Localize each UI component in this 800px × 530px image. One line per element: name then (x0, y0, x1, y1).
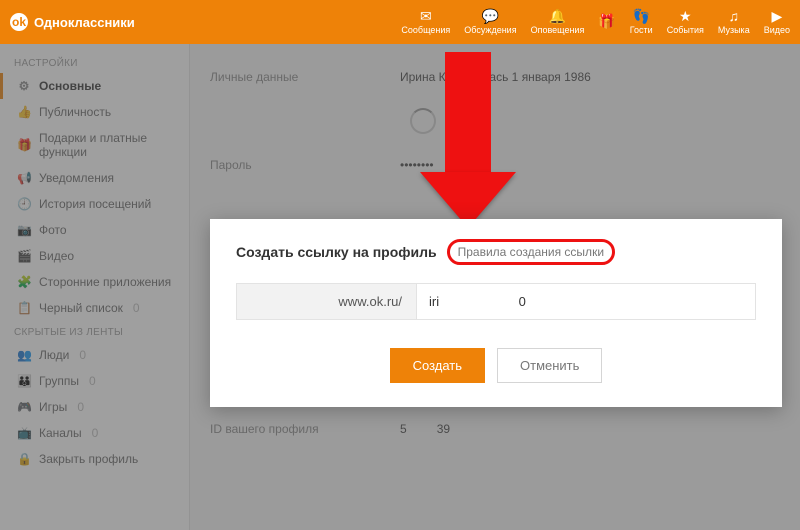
brand-text: Одноклассники (34, 15, 135, 30)
modal-title: Создать ссылку на профиль (236, 244, 437, 260)
nav-notifications[interactable]: 🔔Оповещения (531, 9, 585, 35)
modal-title-row: Создать ссылку на профиль Правила создан… (236, 239, 756, 265)
rules-link[interactable]: Правила создания ссылки (447, 239, 615, 265)
url-prefix: www.ok.ru/ (236, 283, 416, 320)
nav-guests[interactable]: 👣Гости (630, 9, 653, 35)
nav-video[interactable]: ▶Видео (764, 9, 790, 35)
nav-gifts[interactable]: 🎁 (598, 14, 615, 30)
video-icon: ▶ (771, 9, 782, 23)
create-link-modal: Создать ссылку на профиль Правила создан… (210, 219, 782, 407)
page-body: НАСТРОЙКИ ⚙Основные 👍Публичность 🎁Подарк… (0, 44, 800, 530)
footsteps-icon: 👣 (633, 9, 650, 23)
envelope-icon: ✉ (420, 9, 432, 23)
nav-music[interactable]: ♫Музыка (718, 9, 750, 35)
modal-buttons: Создать Отменить (236, 348, 756, 383)
url-row: www.ok.ru/ (236, 283, 756, 320)
star-icon: ★ (679, 9, 692, 23)
brand[interactable]: ok Одноклассники (10, 13, 135, 31)
top-header: ok Одноклассники ✉Сообщения 💬Обсуждения … (0, 0, 800, 44)
speech-icon: 💬 (482, 9, 499, 23)
nav-messages[interactable]: ✉Сообщения (401, 9, 450, 35)
nav-discussions[interactable]: 💬Обсуждения (464, 9, 516, 35)
create-button[interactable]: Создать (390, 348, 485, 383)
bell-icon: 🔔 (549, 9, 566, 23)
gift-icon: 🎁 (598, 14, 615, 28)
cancel-button[interactable]: Отменить (497, 348, 602, 383)
profile-url-input[interactable] (416, 283, 756, 320)
nav-events[interactable]: ★События (667, 9, 704, 35)
music-icon: ♫ (729, 9, 740, 23)
ok-logo-icon: ok (10, 13, 28, 31)
